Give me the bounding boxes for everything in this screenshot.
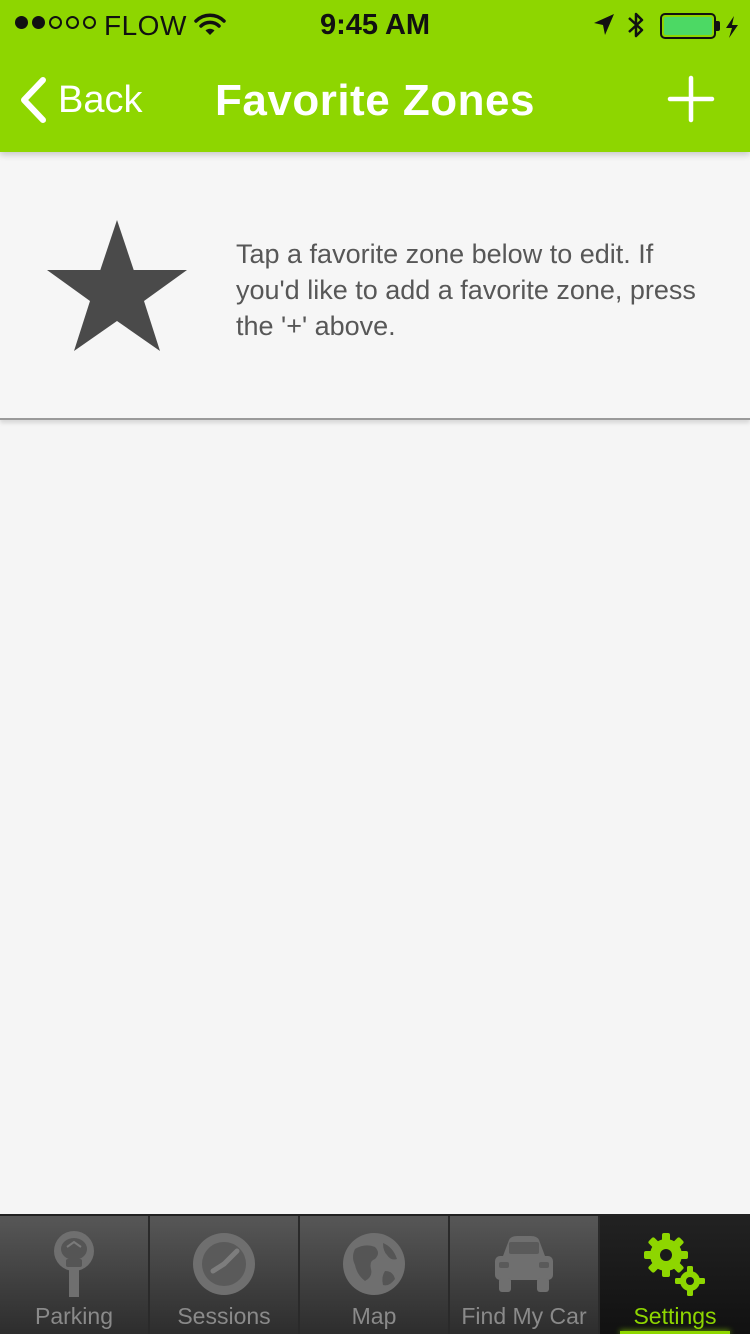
tab-settings[interactable]: Settings <box>600 1216 750 1334</box>
globe-icon <box>341 1230 407 1298</box>
plus-icon <box>667 75 715 123</box>
battery-level <box>664 17 712 35</box>
status-bar: FLOW 9:45 AM <box>0 0 750 52</box>
tab-label: Settings <box>633 1303 717 1329</box>
add-zone-button[interactable] <box>666 74 716 124</box>
top-bar: FLOW 9:45 AM Back Favorite Zones <box>0 0 750 152</box>
bluetooth-icon <box>626 9 646 48</box>
tab-label: Sessions <box>177 1303 271 1329</box>
parking-meter-icon <box>50 1230 98 1298</box>
tab-label: Map <box>351 1303 397 1329</box>
page-title: Favorite Zones <box>215 76 535 125</box>
car-icon <box>491 1230 557 1298</box>
clock-icon <box>191 1230 257 1298</box>
tab-parking[interactable]: Parking <box>0 1216 150 1334</box>
tab-map[interactable]: Map <box>300 1216 450 1334</box>
charging-bolt-icon <box>724 14 740 46</box>
favorite-zones-info-panel: Tap a favorite zone below to edit. If yo… <box>0 152 750 420</box>
tab-label: Find My Car <box>461 1303 587 1329</box>
star-icon <box>46 220 188 359</box>
info-text: Tap a favorite zone below to edit. If yo… <box>236 239 696 341</box>
location-arrow-icon <box>592 12 616 45</box>
tab-bar: Parking Sessions Map Find My Car Setting… <box>0 1214 750 1334</box>
battery-icon <box>660 13 716 39</box>
tab-find-my-car[interactable]: Find My Car <box>450 1216 600 1334</box>
tab-label: Parking <box>35 1303 113 1329</box>
battery-cap <box>716 21 720 31</box>
tab-sessions[interactable]: Sessions <box>150 1216 300 1334</box>
gears-icon <box>640 1230 710 1298</box>
